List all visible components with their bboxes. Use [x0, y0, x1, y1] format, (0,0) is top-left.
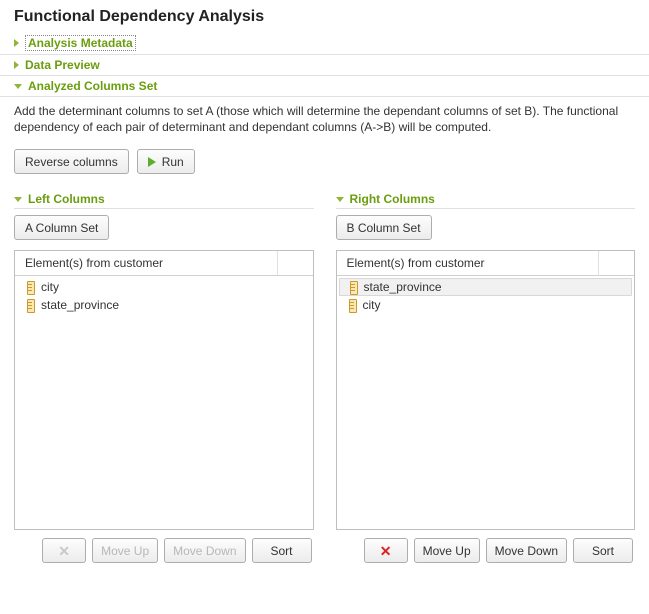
- right-sort-button[interactable]: Sort: [573, 538, 633, 563]
- left-columns-header[interactable]: Left Columns: [14, 192, 314, 209]
- sort-label: Sort: [270, 544, 292, 558]
- chevron-down-icon: [14, 197, 22, 202]
- move-up-label: Move Up: [101, 544, 149, 558]
- reverse-columns-label: Reverse columns: [25, 155, 118, 169]
- section-columns-label: Analyzed Columns Set: [28, 79, 157, 93]
- right-columns-label: Right Columns: [350, 192, 435, 206]
- column-spacer: [277, 251, 313, 275]
- move-up-label: Move Up: [423, 544, 471, 558]
- chevron-right-icon: [14, 39, 19, 47]
- b-column-set-label: B Column Set: [347, 221, 421, 235]
- chevron-down-icon: [336, 197, 344, 202]
- left-move-down-button: Move Down: [164, 538, 245, 563]
- column-icon: [25, 299, 35, 311]
- run-label: Run: [162, 155, 184, 169]
- column-spacer: [598, 251, 634, 275]
- right-columns-header[interactable]: Right Columns: [336, 192, 636, 209]
- right-move-up-button[interactable]: Move Up: [414, 538, 480, 563]
- section-metadata[interactable]: Analysis Metadata: [0, 32, 649, 55]
- list-item[interactable]: state_province: [15, 296, 313, 314]
- right-move-down-button[interactable]: Move Down: [486, 538, 567, 563]
- play-icon: [148, 157, 156, 167]
- list-item-label: state_province: [41, 298, 119, 312]
- close-icon: ✕: [58, 544, 70, 558]
- right-delete-button[interactable]: ✕: [364, 538, 408, 563]
- run-button[interactable]: Run: [137, 149, 195, 174]
- list-item[interactable]: city: [337, 296, 635, 314]
- left-list-header: Element(s) from customer: [15, 251, 277, 275]
- section-metadata-label: Analysis Metadata: [25, 35, 136, 51]
- close-icon: ✕: [380, 544, 392, 558]
- list-item-label: state_province: [364, 280, 442, 294]
- reverse-columns-button[interactable]: Reverse columns: [14, 149, 129, 174]
- left-delete-button: ✕: [42, 538, 86, 563]
- section-description: Add the determinant columns to set A (th…: [14, 103, 635, 135]
- move-down-label: Move Down: [173, 544, 236, 558]
- a-column-set-button[interactable]: A Column Set: [14, 215, 109, 240]
- column-icon: [347, 299, 357, 311]
- column-icon: [25, 281, 35, 293]
- left-sort-button[interactable]: Sort: [252, 538, 312, 563]
- left-move-up-button: Move Up: [92, 538, 158, 563]
- column-icon: [348, 281, 358, 293]
- a-column-set-label: A Column Set: [25, 221, 98, 235]
- right-columns-panel: Element(s) from customer state_provincec…: [336, 250, 636, 530]
- chevron-right-icon: [14, 61, 19, 69]
- chevron-down-icon: [14, 84, 22, 89]
- move-down-label: Move Down: [495, 544, 558, 558]
- section-data-preview[interactable]: Data Preview: [0, 55, 649, 76]
- section-analyzed-columns[interactable]: Analyzed Columns Set: [0, 76, 649, 97]
- page-title: Functional Dependency Analysis: [0, 0, 649, 32]
- b-column-set-button[interactable]: B Column Set: [336, 215, 432, 240]
- left-columns-panel: Element(s) from customer city state_provi…: [14, 250, 314, 530]
- right-list-header: Element(s) from customer: [337, 251, 599, 275]
- list-item-label: city: [363, 298, 381, 312]
- list-item[interactable]: state_province: [339, 278, 633, 296]
- sort-label: Sort: [592, 544, 614, 558]
- list-item[interactable]: city: [15, 278, 313, 296]
- left-columns-label: Left Columns: [28, 192, 105, 206]
- list-item-label: city: [41, 280, 59, 294]
- section-preview-label: Data Preview: [25, 58, 100, 72]
